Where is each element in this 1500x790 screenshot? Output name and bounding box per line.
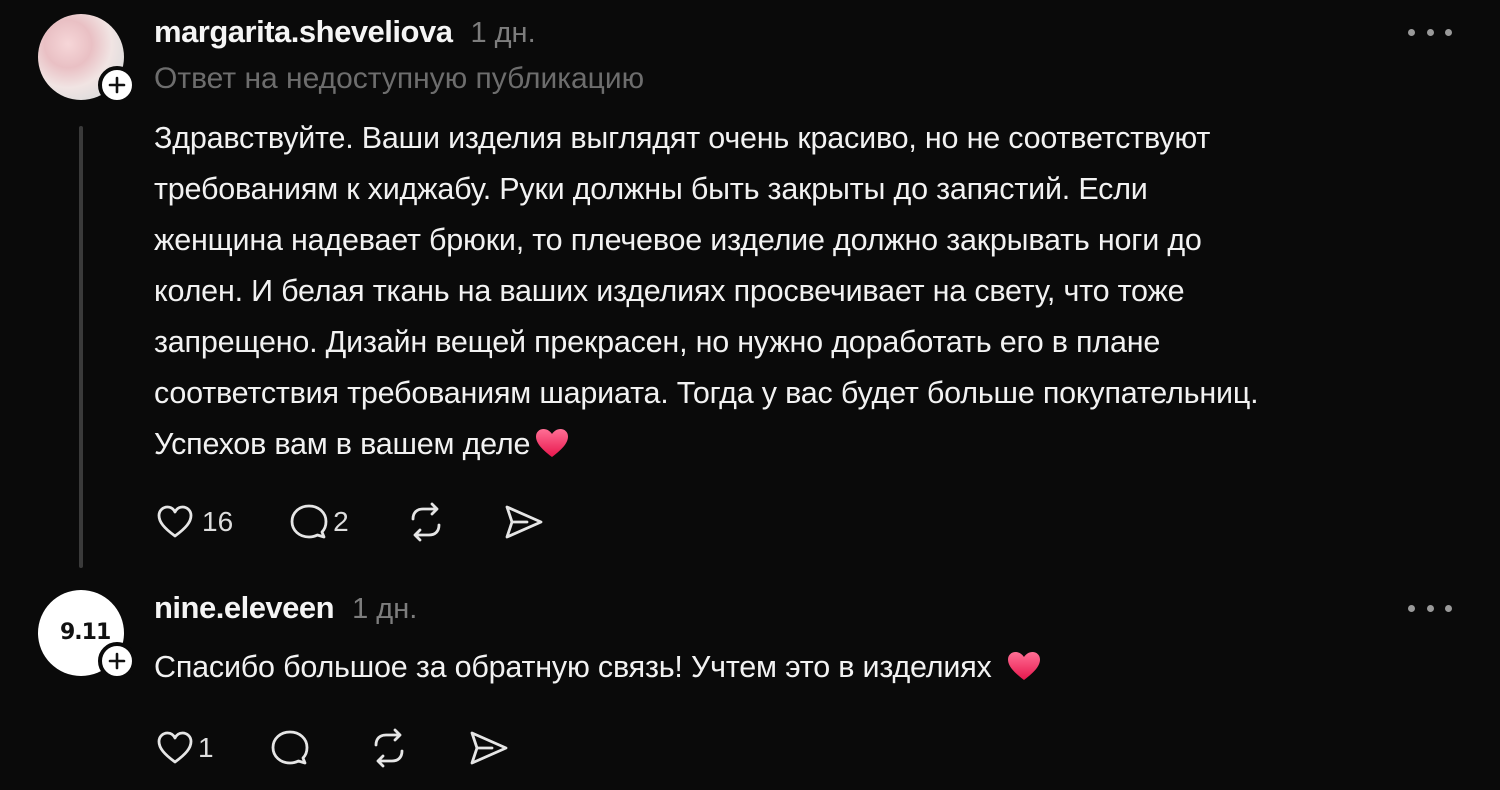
comment-icon	[271, 730, 308, 765]
like-icon	[157, 731, 193, 764]
action-bar: 1	[156, 728, 510, 768]
comment-text: Здравствуйте. Ваши изделия выглядят очен…	[154, 113, 1259, 470]
comment-icon	[290, 504, 328, 539]
avatar[interactable]	[38, 14, 136, 104]
comment-header: nine.eleveen 1 дн.	[154, 590, 417, 626]
like-button[interactable]: 16	[156, 504, 233, 540]
share-icon	[470, 731, 507, 765]
repost-button[interactable]	[405, 502, 447, 542]
comment-line: запрещено. Дизайн вещей прекрасен, но ну…	[154, 325, 1161, 359]
reply-count: 2	[333, 506, 349, 537]
comment-line: Спасибо большое за обратную связь! Учтем…	[154, 650, 992, 684]
comment-line: колен. И белая ткань на ваших изделиях п…	[154, 274, 1185, 308]
comment-text: Спасибо большое за обратную связь! Учтем…	[154, 642, 1042, 693]
follow-button[interactable]	[98, 66, 136, 104]
thread-line	[79, 126, 83, 568]
follow-plus-icon	[108, 652, 126, 670]
comment-line: соответствия требованиям шариата. Тогда …	[154, 376, 1259, 410]
share-button[interactable]	[503, 503, 545, 541]
comment-line-last: Успехов вам в вашем деле	[154, 419, 1258, 470]
more-icon	[1408, 604, 1415, 612]
share-button[interactable]	[468, 729, 510, 767]
heart-emoji	[1007, 651, 1040, 680]
avatar-text: 9.11	[60, 619, 111, 645]
comment-header: margarita.sheveliova 1 дн.	[154, 14, 536, 50]
follow-plus-icon	[108, 76, 126, 94]
comment-line: Здравствуйте. Ваши изделия выглядят очен…	[154, 121, 1211, 155]
comment-line: требованиям к хиджабу. Руки должны быть …	[154, 172, 1148, 206]
like-count: 16	[202, 506, 234, 537]
timestamp[interactable]: 1 дн.	[352, 593, 417, 626]
reply-context[interactable]: Ответ на недоступную публикацию	[154, 62, 644, 96]
comment-line: Успехов вам в вашем деле	[154, 427, 531, 461]
username[interactable]: margarita.sheveliova	[154, 14, 453, 50]
repost-icon	[374, 728, 403, 768]
repost-icon	[411, 502, 441, 542]
share-icon	[505, 505, 543, 539]
repost-button[interactable]	[368, 728, 410, 768]
avatar[interactable]: 9.11	[38, 590, 136, 680]
like-icon	[157, 505, 193, 538]
reply-button[interactable]	[270, 729, 310, 767]
comment-line: женщина надевает брюки, то плечевое изде…	[154, 223, 1202, 257]
timestamp[interactable]: 1 дн.	[470, 17, 535, 50]
like-button[interactable]: 1	[156, 730, 214, 766]
heart-emoji	[536, 428, 569, 457]
more-options-button[interactable]	[1408, 22, 1452, 42]
username[interactable]: nine.eleveen	[154, 590, 335, 626]
follow-button[interactable]	[98, 642, 136, 680]
more-icon	[1408, 28, 1415, 36]
more-options-button[interactable]	[1408, 598, 1452, 618]
reply-button[interactable]: 2	[289, 503, 349, 541]
action-bar: 16 2	[156, 502, 545, 542]
like-count: 1	[198, 732, 214, 763]
